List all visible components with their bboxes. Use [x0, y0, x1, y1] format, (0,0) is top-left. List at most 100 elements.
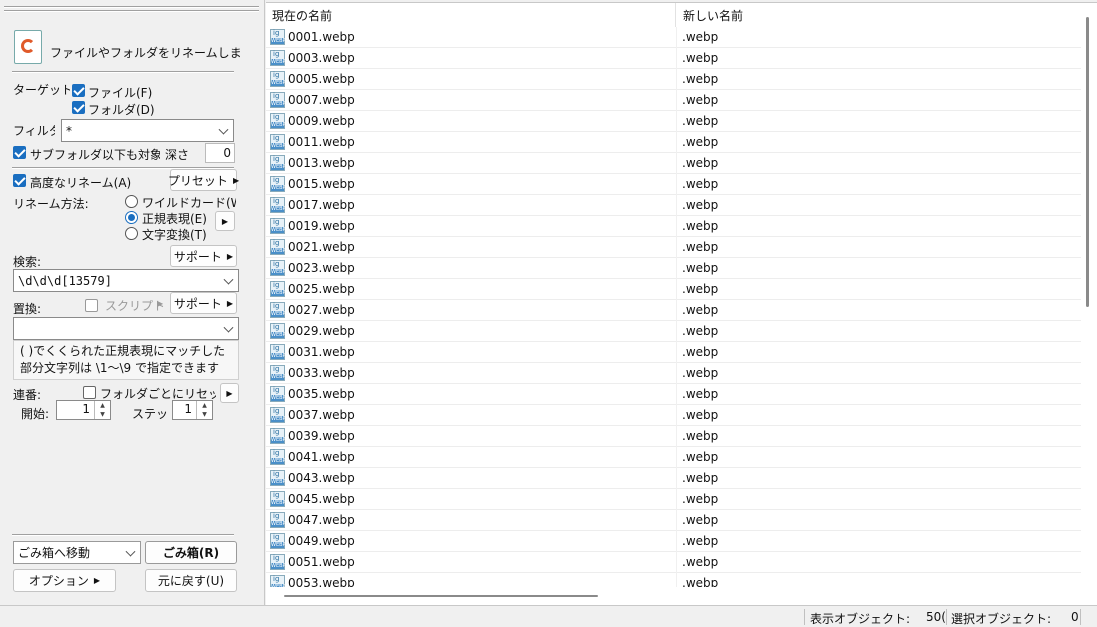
table-row[interactable]: 0023.webp .webp — [266, 258, 1081, 279]
trash-button-label: ごみ箱(R) — [162, 546, 220, 560]
current-name-cell: 0005.webp — [288, 72, 355, 86]
vertical-scrollbar[interactable] — [1086, 17, 1089, 307]
current-name-cell: 0035.webp — [288, 387, 355, 401]
spin-arrows-icon[interactable]: ▲ ▼ — [196, 401, 212, 419]
new-name-cell: .webp — [682, 135, 719, 149]
table-row[interactable]: 0039.webp .webp — [266, 426, 1081, 447]
current-name-cell: 0025.webp — [288, 282, 355, 296]
webp-file-icon — [270, 176, 285, 192]
table-row[interactable]: 0025.webp .webp — [266, 279, 1081, 300]
replace-support-button[interactable]: サポート ▶ — [170, 292, 237, 314]
new-name-cell: .webp — [682, 114, 719, 128]
table-row[interactable]: 0045.webp .webp — [266, 489, 1081, 510]
spin-arrows-icon[interactable]: ▲ ▼ — [94, 401, 110, 419]
table-row[interactable]: 0011.webp .webp — [266, 132, 1081, 153]
new-name-cell: .webp — [682, 450, 719, 464]
subfolder-label[interactable]: サブフォルダ以下も対象 — [30, 146, 160, 163]
file-checkbox[interactable] — [72, 84, 85, 97]
current-name-cell: 0001.webp — [288, 30, 355, 44]
table-row[interactable]: 0051.webp .webp — [266, 552, 1081, 573]
table-row[interactable]: 0009.webp .webp — [266, 111, 1081, 132]
new-name-cell: .webp — [682, 345, 719, 359]
trash-mode-select[interactable]: ごみ箱へ移動 — [13, 541, 141, 564]
table-row[interactable]: 0015.webp .webp — [266, 174, 1081, 195]
table-row[interactable]: 0013.webp .webp — [266, 153, 1081, 174]
table-row[interactable]: 0017.webp .webp — [266, 195, 1081, 216]
table-row[interactable]: 0019.webp .webp — [266, 216, 1081, 237]
column-divider — [676, 174, 677, 195]
advanced-rename-label[interactable]: 高度なリネーム(A) — [30, 174, 131, 191]
reset-per-folder-checkbox[interactable] — [83, 386, 96, 399]
regex-hint: ( )でくくられた正規表現にマッチした 部分文字列は \1～\9 で指定できます — [13, 340, 239, 380]
webp-file-icon — [270, 134, 285, 150]
table-row[interactable]: 0043.webp .webp — [266, 468, 1081, 489]
table-row[interactable]: 0049.webp .webp — [266, 531, 1081, 552]
column-divider — [676, 510, 677, 531]
column-divider — [676, 153, 677, 174]
table-row[interactable]: 0033.webp .webp — [266, 363, 1081, 384]
caret-right-icon: ▶ — [232, 175, 240, 185]
table-row[interactable]: 0005.webp .webp — [266, 69, 1081, 90]
webp-file-icon — [270, 323, 285, 339]
panel-grip[interactable] — [4, 6, 259, 8]
caret-right-icon: ▶ — [157, 299, 164, 308]
table-row[interactable]: 0041.webp .webp — [266, 447, 1081, 468]
table-row[interactable]: 0003.webp .webp — [266, 48, 1081, 69]
trash-button[interactable]: ごみ箱(R) — [145, 541, 237, 564]
start-spinner[interactable]: 1 ▲ ▼ — [56, 400, 111, 420]
folder-checkbox[interactable] — [72, 101, 85, 114]
current-name-cell: 0017.webp — [288, 198, 355, 212]
wildcard-radio-label[interactable]: ワイルドカード(W) — [142, 194, 236, 211]
depth-input[interactable]: 0 — [205, 143, 235, 163]
file-checkbox-label[interactable]: ファイル(F) — [88, 84, 152, 101]
folder-checkbox-label[interactable]: フォルダ(D) — [88, 101, 155, 118]
new-name-cell: .webp — [682, 282, 719, 296]
horizontal-scrollbar[interactable] — [284, 595, 598, 597]
display-count-label: 表示オブジェクト: — [810, 612, 911, 626]
search-input[interactable]: \d\d\d[13579] — [13, 269, 239, 292]
filter-combobox[interactable]: * — [61, 119, 234, 142]
options-button[interactable]: オプション ▶ — [13, 569, 116, 592]
file-list[interactable]: 現在の名前 新しい名前 0001.webp .webp 0003.webp .webp… — [266, 2, 1097, 605]
new-name-cell: .webp — [682, 324, 719, 338]
subfolder-checkbox[interactable] — [13, 146, 26, 159]
table-row[interactable]: 0007.webp .webp — [266, 90, 1081, 111]
column-divider — [676, 111, 677, 132]
column-header-current-name[interactable]: 現在の名前 — [266, 3, 676, 27]
script-checkbox[interactable] — [85, 299, 98, 312]
table-row[interactable]: 0021.webp .webp — [266, 237, 1081, 258]
sequence-label: 連番: — [13, 388, 42, 402]
method-label: リネーム方法: — [13, 197, 89, 211]
new-name-cell: .webp — [682, 366, 719, 380]
table-row[interactable]: 0035.webp .webp — [266, 384, 1081, 405]
webp-file-icon — [270, 29, 285, 45]
column-header-new-name[interactable]: 新しい名前 — [677, 3, 1077, 27]
table-row[interactable]: 0001.webp .webp — [266, 27, 1081, 48]
table-row[interactable]: 0047.webp .webp — [266, 510, 1081, 531]
sequence-options-button[interactable]: ▶ — [220, 383, 239, 403]
method-options-button[interactable]: ▶ — [215, 211, 235, 231]
support-button-label: サポート — [173, 296, 222, 311]
rename-app-icon — [14, 30, 42, 64]
replace-input[interactable] — [13, 317, 239, 340]
table-row[interactable]: 0031.webp .webp — [266, 342, 1081, 363]
table-row[interactable]: 0027.webp .webp — [266, 300, 1081, 321]
current-name-cell: 0007.webp — [288, 93, 355, 107]
regex-radio-label[interactable]: 正規表現(E) — [142, 210, 207, 227]
wildcard-radio[interactable] — [125, 195, 138, 208]
search-support-button[interactable]: サポート ▶ — [170, 245, 237, 267]
panel-grip-line — [4, 10, 259, 12]
text-convert-radio[interactable] — [125, 227, 138, 240]
current-name-cell: 0053.webp — [288, 576, 355, 587]
undo-button[interactable]: 元に戻す(U) — [145, 569, 237, 592]
caret-right-icon: ▶ — [226, 388, 233, 398]
step-spinner[interactable]: 1 ▲ ▼ — [172, 400, 213, 420]
preset-button[interactable]: プリセット ▶ — [168, 169, 240, 191]
text-convert-radio-label[interactable]: 文字変換(T) — [142, 226, 207, 243]
table-row[interactable]: 0029.webp .webp — [266, 321, 1081, 342]
regex-radio[interactable] — [125, 211, 138, 224]
advanced-rename-checkbox[interactable] — [13, 174, 26, 187]
table-row[interactable]: 0037.webp .webp — [266, 405, 1081, 426]
table-row[interactable]: 0053.webp .webp — [266, 573, 1081, 587]
start-value: 1 — [82, 402, 90, 416]
